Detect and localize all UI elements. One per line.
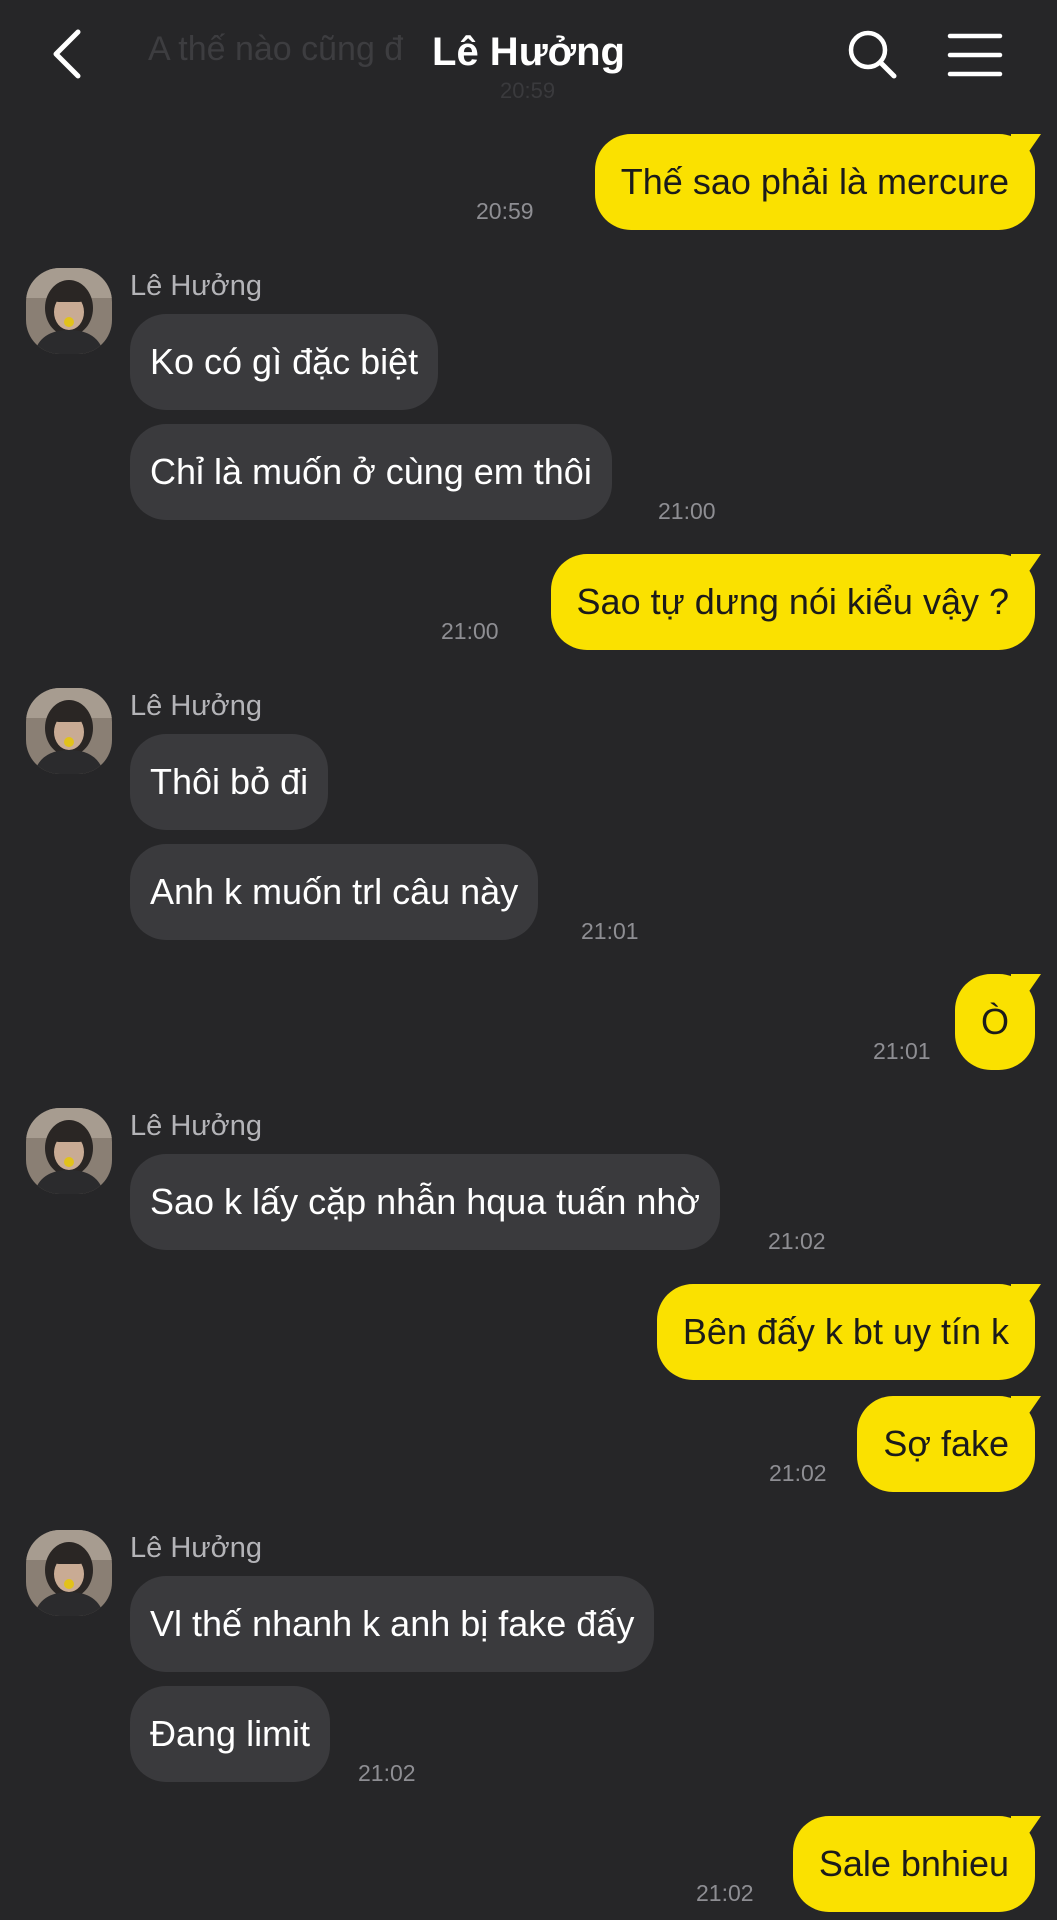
- incoming-message[interactable]: Sao k lấy cặp nhẫn hqua tuấn nhờ: [130, 1154, 721, 1250]
- message-text: Anh k muốn trl câu này: [150, 871, 519, 912]
- outgoing-message[interactable]: Ò: [954, 974, 1041, 1070]
- message-time: 20:59: [476, 198, 534, 224]
- bubble-tail: [1011, 134, 1041, 160]
- message-text: Bên đấy k bt uy tín k: [682, 1311, 1009, 1352]
- incoming-message[interactable]: Thôi bỏ đi: [130, 734, 329, 830]
- bubble-tail: [1011, 1816, 1041, 1842]
- message-time: 21:02: [769, 1460, 827, 1486]
- sender-name: Lê Hưởng: [130, 270, 262, 302]
- message-text: Sao tự dưng nói kiểu vậy ?: [576, 581, 1009, 622]
- chat-header: A thế nào cũng đ 20:59 Lê Hưởng: [0, 0, 1057, 112]
- message-text: Ko có gì đặc biệt: [150, 341, 419, 382]
- bubble-tail: [1011, 554, 1041, 580]
- message-text: Sợ fake: [883, 1423, 1009, 1464]
- outgoing-message[interactable]: Sợ fake: [857, 1396, 1041, 1492]
- bubble-tail: [1011, 1396, 1041, 1422]
- message-text: Sao k lấy cặp nhẫn hqua tuấn nhờ: [150, 1181, 701, 1222]
- message-text: Thế sao phải là mercure: [620, 161, 1009, 202]
- bubble-tail: [1011, 974, 1041, 1000]
- message-text: Đang limit: [150, 1713, 311, 1754]
- search-icon[interactable]: [842, 24, 902, 84]
- contact-avatar[interactable]: [26, 1530, 112, 1616]
- outgoing-message[interactable]: Thế sao phải là mercure: [594, 134, 1041, 230]
- message-text: Vl thế nhanh k anh bị fake đấy: [150, 1603, 635, 1644]
- contact-avatar[interactable]: [26, 688, 112, 774]
- incoming-message[interactable]: Ko có gì đặc biệt: [130, 314, 439, 410]
- message-text: Thôi bỏ đi: [150, 761, 309, 802]
- message-time: 21:00: [441, 618, 499, 644]
- message-time: 21:02: [358, 1760, 416, 1786]
- contact-avatar[interactable]: [26, 268, 112, 354]
- contact-avatar[interactable]: [26, 1108, 112, 1194]
- incoming-message[interactable]: Đang limit: [130, 1686, 331, 1782]
- message-text: Ò: [980, 1001, 1009, 1042]
- incoming-message[interactable]: Anh k muốn trl câu này: [130, 844, 539, 940]
- outgoing-message[interactable]: Bên đấy k bt uy tín k: [656, 1284, 1041, 1380]
- bubble-tail: [1011, 1284, 1041, 1310]
- message-time: 21:02: [768, 1228, 826, 1254]
- sender-name: Lê Hưởng: [130, 690, 262, 722]
- sender-name: Lê Hưởng: [130, 1532, 262, 1564]
- message-text: Sale bnhieu: [818, 1843, 1009, 1884]
- hamburger-menu-icon[interactable]: [946, 24, 1006, 84]
- scrolled-message-ghost-time: 20:59: [500, 78, 556, 103]
- message-text: Chỉ là muốn ở cùng em thôi: [150, 451, 592, 492]
- chevron-left-icon[interactable]: [40, 24, 100, 84]
- message-time: 21:02: [696, 1880, 754, 1906]
- sender-name: Lê Hưởng: [130, 1110, 262, 1142]
- message-time: 21:01: [581, 918, 639, 944]
- message-time: 21:01: [873, 1038, 931, 1064]
- incoming-message[interactable]: Vl thế nhanh k anh bị fake đấy: [130, 1576, 655, 1672]
- outgoing-message[interactable]: Sale bnhieu: [792, 1816, 1041, 1912]
- incoming-message[interactable]: Chỉ là muốn ở cùng em thôi: [130, 424, 612, 520]
- message-time: 21:00: [658, 498, 716, 524]
- outgoing-message[interactable]: Sao tự dưng nói kiểu vậy ?: [550, 554, 1041, 650]
